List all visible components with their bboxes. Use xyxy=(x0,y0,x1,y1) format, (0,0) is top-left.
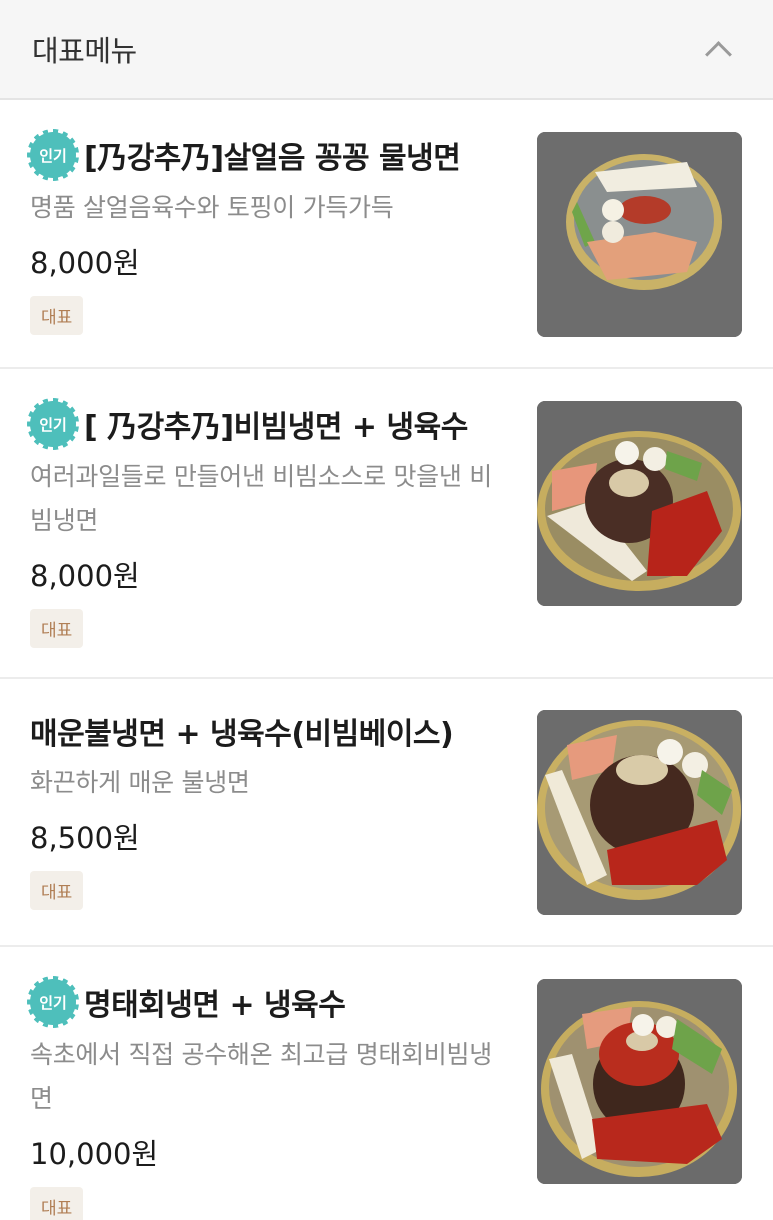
representative-tag: 대표 xyxy=(30,609,84,648)
menu-item-description: 화끈하게 매운 불냉면 xyxy=(30,768,250,797)
menu-item-name: 매운불냉면 + 냉육수(비빔베이스) xyxy=(30,717,454,752)
menu-item-photo xyxy=(537,979,742,1184)
menu-item-name: [乃강추乃]살얼음 꽁꽁 물냉면 xyxy=(84,141,461,176)
menu-item-price: 8,500원 xyxy=(30,821,140,855)
menu-item-name: [ 乃강추乃]비빔냉면 + 냉육수 xyxy=(84,410,468,445)
chevron-up-icon[interactable] xyxy=(703,39,733,59)
menu-item[interactable]: 매운불냉면 + 냉육수(비빔베이스) 화끈하게 매운 불냉면 8,500원 대표 xyxy=(0,679,773,947)
menu-item[interactable]: 인기 [ 乃강추乃]비빔냉면 + 냉육수 여러과일들로 만들어낸 비빔소스로 맛… xyxy=(0,369,773,679)
menu-item[interactable]: 인기 [乃강추乃]살얼음 꽁꽁 물냉면 명품 살얼음육수와 토핑이 가득가득 8… xyxy=(0,100,773,369)
representative-tag: 대표 xyxy=(30,296,84,335)
menu-item-price: 8,000원 xyxy=(30,559,140,593)
menu-item-description: 명품 살얼음육수와 토핑이 가득가득 xyxy=(30,193,394,222)
section-title: 대표메뉴 xyxy=(32,34,137,68)
menu-item-description: 속초에서 직접 공수해온 최고급 명태회비빔냉면 xyxy=(30,1040,492,1113)
popular-badge: 인기 xyxy=(27,398,79,450)
section-header[interactable]: 대표메뉴 xyxy=(0,0,773,100)
popular-badge: 인기 xyxy=(27,129,79,181)
menu-item-name: 명태회냉면 + 냉육수 xyxy=(84,988,346,1023)
representative-tag: 대표 xyxy=(30,1187,84,1220)
menu-item-photo xyxy=(537,710,742,915)
menu-item-photo xyxy=(537,401,742,606)
menu-item-price: 10,000원 xyxy=(30,1137,159,1171)
menu-item-photo xyxy=(537,132,742,337)
menu-item-price: 8,000원 xyxy=(30,246,140,280)
representative-tag: 대표 xyxy=(30,871,84,910)
popular-badge: 인기 xyxy=(27,976,79,1028)
menu-item-description: 여러과일들로 만들어낸 비빔소스로 맛을낸 비빔냉면 xyxy=(30,462,492,535)
menu-item[interactable]: 인기 명태회냉면 + 냉육수 속초에서 직접 공수해온 최고급 명태회비빔냉면 … xyxy=(0,947,773,1220)
